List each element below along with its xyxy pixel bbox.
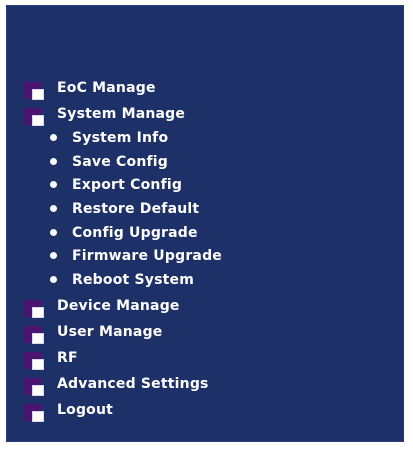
- submenu-item-save-config[interactable]: Save Config: [19, 152, 399, 176]
- submenu-item-label: System Info: [72, 130, 169, 146]
- folder-icon: [24, 403, 48, 424]
- folder-icon: [24, 299, 48, 320]
- nav-menu: EoC Manage System Manage System Info Sav…: [19, 76, 399, 424]
- bullet-icon: [50, 252, 57, 260]
- menu-item-label: Advanced Settings: [57, 375, 209, 392]
- submenu-item-restore-default[interactable]: Restore Default: [19, 199, 399, 223]
- folder-icon: [24, 325, 48, 346]
- submenu-item-label: Restore Default: [72, 201, 200, 218]
- submenu-item-config-upgrade[interactable]: Config Upgrade: [19, 223, 399, 247]
- folder-icon: [24, 82, 48, 102]
- bullet-icon: [50, 205, 57, 213]
- bullet-icon: [50, 157, 57, 165]
- system-manage-submenu: System Info Save Config Export Config Re…: [19, 128, 399, 294]
- bullet-icon: [50, 228, 57, 236]
- submenu-item-export-config[interactable]: Export Config: [19, 175, 399, 199]
- menu-item-system-manage[interactable]: System Manage: [19, 102, 399, 126]
- submenu-item-label: Config Upgrade: [72, 224, 198, 241]
- submenu-item-label: Save Config: [72, 153, 168, 170]
- bullet-icon: [50, 276, 57, 284]
- bullet-icon: [50, 134, 57, 141]
- submenu-item-label: Firmware Upgrade: [72, 248, 222, 265]
- folder-icon: [24, 108, 48, 128]
- menu-item-advanced-settings[interactable]: Advanced Settings: [19, 372, 399, 396]
- submenu-item-reboot-system[interactable]: Reboot System: [19, 270, 399, 294]
- submenu-item-label: Reboot System: [72, 272, 195, 289]
- menu-item-rf[interactable]: RF: [19, 346, 399, 370]
- folder-icon: [24, 377, 48, 398]
- menu-item-label: User Manage: [57, 323, 163, 340]
- menu-item-label: Logout: [57, 401, 114, 418]
- submenu-item-system-info[interactable]: System Info: [19, 128, 399, 152]
- nav-panel: EoC Manage System Manage System Info Sav…: [6, 5, 404, 442]
- submenu-item-label: Export Config: [72, 177, 183, 194]
- menu-item-user-manage[interactable]: User Manage: [19, 320, 399, 344]
- bullet-icon: [50, 181, 57, 189]
- submenu-item-firmware-upgrade[interactable]: Firmware Upgrade: [19, 246, 399, 270]
- folder-icon: [24, 351, 48, 372]
- menu-item-label: Device Manage: [57, 297, 180, 314]
- menu-item-label: System Manage: [57, 106, 186, 122]
- menu-item-label: RF: [57, 349, 78, 366]
- menu-item-eoc-manage[interactable]: EoC Manage: [19, 76, 399, 100]
- menu-item-label: EoC Manage: [57, 80, 156, 96]
- menu-item-logout[interactable]: Logout: [19, 398, 399, 422]
- menu-item-device-manage[interactable]: Device Manage: [19, 294, 399, 318]
